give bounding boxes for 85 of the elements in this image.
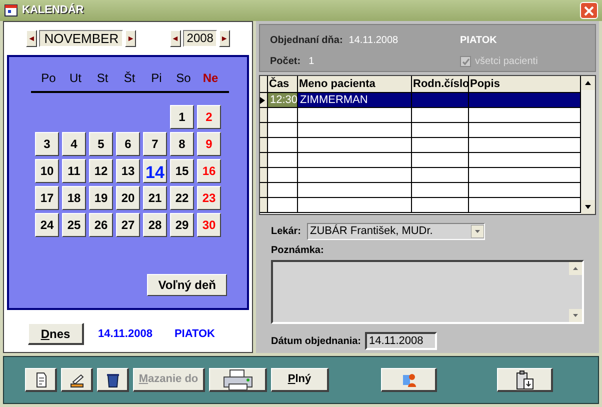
weekday-label: Ut [68, 70, 82, 87]
table-cell: ZIMMERMAN [298, 93, 412, 107]
day-button[interactable]: 17 [35, 186, 59, 210]
day-button[interactable]: 24 [35, 213, 59, 237]
dropdown-arrow-icon [471, 225, 484, 238]
day-button[interactable]: 19 [89, 186, 113, 210]
empty-table-row[interactable] [260, 108, 581, 123]
year-field[interactable]: 2008 [182, 30, 217, 47]
day-button[interactable]: 20 [116, 186, 140, 210]
day-button[interactable]: 27 [116, 213, 140, 237]
doctor-label: Lekár: [271, 225, 302, 239]
doctor-value: ZUBÁR František, MUDr. [309, 224, 434, 240]
ordered-label: Objednaní dňa: [270, 34, 343, 48]
previous-month-button[interactable]: ◄ [26, 30, 38, 47]
calendar-icon [4, 4, 18, 17]
next-month-button[interactable]: ► [125, 30, 136, 47]
toolbar-icon-button[interactable] [381, 368, 437, 392]
previous-year-button[interactable]: ◄ [170, 30, 181, 47]
day-button[interactable]: 18 [62, 186, 86, 210]
order-date-label: Dátum objednania: [271, 334, 362, 348]
row-pointer-icon [260, 96, 265, 104]
check-icon [462, 58, 470, 66]
day-button[interactable]: 22 [170, 186, 194, 210]
scroll-down-icon[interactable] [581, 200, 595, 214]
scrollbar[interactable] [581, 76, 595, 214]
toolbar-icon-button[interactable] [25, 368, 57, 392]
table-cell: 12:30 [268, 93, 298, 107]
printer-icon [222, 368, 254, 392]
toolbar-icon-button[interactable] [209, 368, 267, 392]
order-date-field[interactable]: 14.11.2008 [365, 332, 438, 350]
day-button[interactable]: 4 [62, 132, 86, 156]
weekday-label: St [96, 70, 110, 87]
day-button[interactable]: 11 [62, 159, 86, 183]
scroll-up-icon[interactable] [581, 76, 595, 90]
empty-table-row[interactable] [260, 168, 581, 183]
column-header[interactable]: Čas [268, 76, 298, 92]
weekday-label: Ne [202, 70, 220, 87]
day-button[interactable]: 7 [143, 132, 167, 156]
empty-table-row[interactable] [260, 138, 581, 153]
toolbar-icon-button[interactable] [61, 368, 93, 392]
day-button[interactable]: 28 [143, 213, 167, 237]
day-button[interactable]: 25 [62, 213, 86, 237]
day-button[interactable]: 21 [143, 186, 167, 210]
day-button[interactable]: 1 [170, 105, 194, 129]
next-year-button[interactable]: ► [218, 30, 230, 47]
today-weekday: PIATOK [174, 326, 215, 342]
all-patients-label: všetci pacienti [475, 55, 538, 69]
empty-table-row[interactable] [260, 153, 581, 168]
toolbar-icon-button[interactable] [97, 368, 129, 392]
day-button[interactable]: 13 [116, 159, 140, 183]
weekday-label: So [175, 70, 192, 87]
clipboard-icon [514, 368, 536, 390]
today-date: 14.11.2008 [98, 326, 152, 342]
day-button[interactable]: 8 [170, 132, 194, 156]
ordered-weekday: PIATOK [460, 34, 498, 48]
window-title: KALENDÁR [22, 2, 84, 18]
day-button[interactable]: 14 [143, 159, 167, 183]
day-button[interactable]: 12 [89, 159, 113, 183]
day-button[interactable]: 3 [35, 132, 59, 156]
weekday-label: Pi [150, 70, 163, 87]
doctor-dropdown[interactable]: ZUBÁR František, MUDr. [307, 223, 486, 240]
column-header[interactable]: Rodn.číslo [412, 76, 469, 92]
free-day-button[interactable]: Voľný deň [147, 274, 227, 296]
weekday-label: Št [122, 70, 136, 87]
day-button[interactable]: 29 [170, 213, 194, 237]
table-row[interactable]: 12:30 ZIMMERMAN [260, 93, 581, 108]
day-button[interactable]: 5 [89, 132, 113, 156]
empty-table-row[interactable] [260, 123, 581, 138]
month-field[interactable]: NOVEMBER [39, 30, 124, 47]
note-label: Poznámka: [270, 244, 325, 258]
today-button[interactable]: Dnes [28, 323, 84, 345]
toolbar-text-button[interactable]: Plný [271, 368, 329, 392]
ordered-date: 14.11.2008 [348, 34, 398, 48]
count-label: Počet: [270, 55, 301, 69]
day-button[interactable]: 15 [170, 159, 194, 183]
column-header[interactable]: Meno pacienta [298, 76, 412, 92]
toolbar-icon-button[interactable] [497, 368, 553, 392]
day-button[interactable]: 10 [35, 159, 59, 183]
day-button[interactable]: 26 [89, 213, 113, 237]
weekday-label: Po [40, 70, 57, 87]
day-button[interactable]: 6 [116, 132, 140, 156]
empty-table-row[interactable] [260, 183, 581, 198]
count-value: 1 [308, 55, 314, 69]
close-button[interactable] [580, 2, 598, 19]
close-icon [584, 6, 594, 16]
